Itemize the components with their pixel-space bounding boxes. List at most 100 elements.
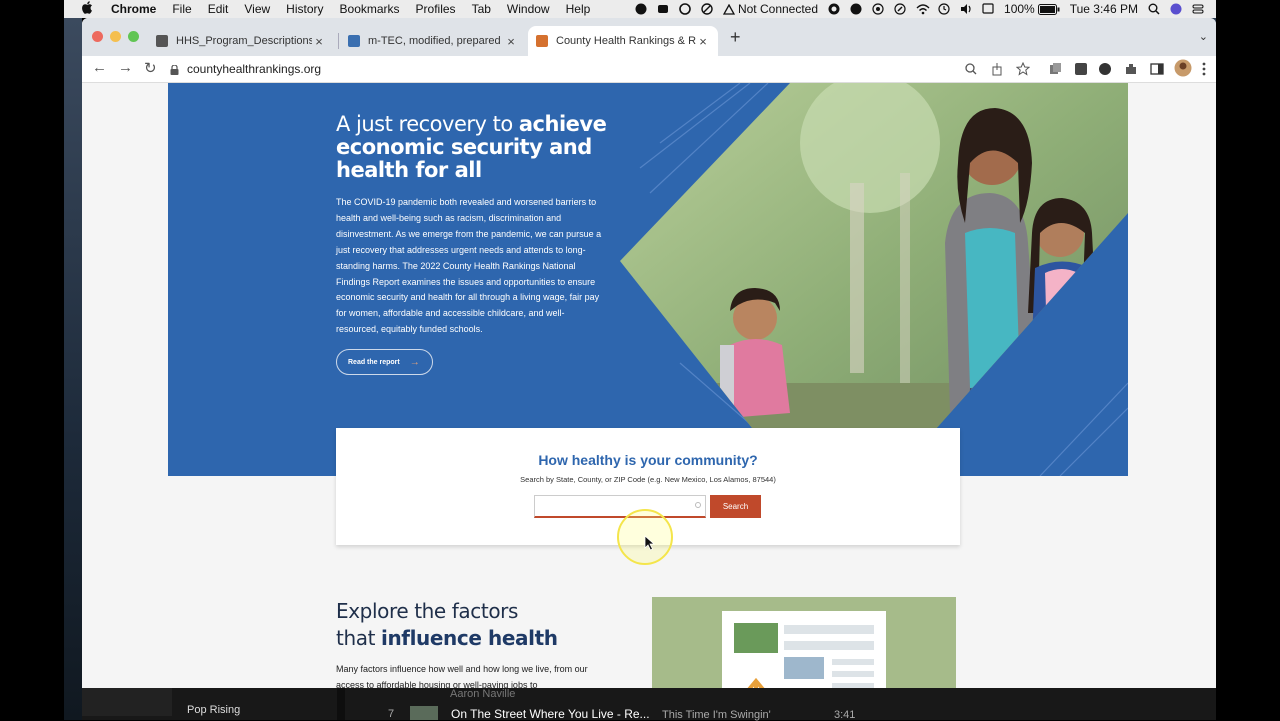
airdrop-icon[interactable] xyxy=(872,3,884,15)
menu-bar: Chrome File Edit View History Bookmarks … xyxy=(64,0,1216,18)
hero-photo-mother-daughters xyxy=(620,83,1128,476)
menu-view[interactable]: View xyxy=(236,2,278,16)
tab-hhs-program-descriptions[interactable]: HHS_Program_Descriptions.pd × xyxy=(148,26,334,56)
community-search-input[interactable] xyxy=(534,495,706,518)
explore-body-text: Many factors influence how well and how … xyxy=(336,664,588,688)
extension-box-icon[interactable] xyxy=(1074,62,1088,76)
menu-tab[interactable]: Tab xyxy=(464,2,499,16)
extension-copy-icon[interactable] xyxy=(1048,62,1062,76)
no-entry-icon[interactable] xyxy=(701,3,713,15)
menubar-clock[interactable]: Tue 3:46 PM xyxy=(1070,2,1138,16)
forward-button[interactable]: → xyxy=(118,59,133,76)
previous-track-artist: Aaron Naville xyxy=(450,688,516,700)
document-layout-icon xyxy=(734,623,874,688)
tab-title: HHS_Program_Descriptions.pd xyxy=(176,35,312,47)
camera-icon[interactable] xyxy=(657,3,669,15)
track-number: 7 xyxy=(388,708,395,720)
track-artwork xyxy=(410,706,438,720)
minimize-window-button[interactable] xyxy=(110,31,121,42)
menu-file[interactable]: File xyxy=(164,2,199,16)
zoom-window-button[interactable] xyxy=(128,31,139,42)
pdf-tab-icon xyxy=(156,35,168,47)
menu-bookmarks[interactable]: Bookmarks xyxy=(332,2,408,16)
explore-title-light: that xyxy=(336,626,381,650)
control-center-icon[interactable] xyxy=(1192,3,1204,15)
menu-app-name[interactable]: Chrome xyxy=(103,2,164,16)
battery-status[interactable]: 100% xyxy=(1004,2,1060,16)
desktop-right xyxy=(1216,18,1280,720)
page-viewport: A just recovery to achieve economic secu… xyxy=(82,83,1216,688)
network-status[interactable]: Not Connected xyxy=(722,2,818,16)
close-tab-icon[interactable]: × xyxy=(312,34,326,49)
music-app-sidebar-panel xyxy=(82,688,172,716)
compass-icon[interactable] xyxy=(894,3,906,15)
extensions-puzzle-icon[interactable] xyxy=(1124,62,1138,76)
track-title[interactable]: On The Street Where You Live - Re... xyxy=(451,707,650,721)
track-album[interactable]: This Time I'm Swingin' xyxy=(662,709,771,721)
side-panel-icon[interactable] xyxy=(1150,62,1164,76)
close-tab-icon[interactable]: × xyxy=(504,34,518,49)
time-machine-icon[interactable] xyxy=(938,3,950,15)
tab-county-health-rankings[interactable]: County Health Rankings & Roa × xyxy=(528,26,718,56)
desktop-wallpaper-left xyxy=(64,18,82,720)
chrome-menu-icon[interactable] xyxy=(1202,62,1216,76)
tab-title: m-TEC, modified, prepared ag xyxy=(368,35,504,47)
tab-title: County Health Rankings & Roa xyxy=(556,35,696,47)
search-button[interactable]: Search xyxy=(710,495,761,518)
warning-icon xyxy=(722,3,735,15)
menu-help[interactable]: Help xyxy=(558,2,599,16)
doc-tab-icon xyxy=(348,35,360,47)
browser-window: HHS_Program_Descriptions.pd × m-TEC, mod… xyxy=(82,18,1216,688)
address-bar[interactable]: countyhealthrankings.org xyxy=(170,58,930,80)
status-app-icon[interactable] xyxy=(635,3,647,15)
hero-body-text: The COVID-19 pandemic both revealed and … xyxy=(336,197,602,335)
playlist-item[interactable]: Pop Rising xyxy=(187,704,240,716)
explore-section-title: Explore the factors that influence healt… xyxy=(336,598,558,652)
menu-history[interactable]: History xyxy=(278,2,331,16)
chr-tab-icon xyxy=(536,35,548,47)
music-app-strip: Pop Rising Aaron Naville 7 On The Street… xyxy=(82,688,1216,721)
close-tab-icon[interactable]: × xyxy=(696,34,710,49)
vpn-icon[interactable] xyxy=(828,3,840,15)
new-tab-button[interactable]: + xyxy=(730,27,741,48)
illustration-document xyxy=(722,611,886,688)
close-window-button[interactable] xyxy=(92,31,103,42)
explore-illustration xyxy=(652,597,956,688)
url-text: countyhealthrankings.org xyxy=(187,62,322,76)
read-report-button[interactable]: Read the report → xyxy=(336,349,433,375)
music-divider xyxy=(337,688,345,720)
wifi-icon[interactable] xyxy=(916,3,930,15)
creative-cloud-icon[interactable] xyxy=(679,3,691,15)
reload-button[interactable]: ↻ xyxy=(144,59,157,77)
status-area: Not Connected 100% Tue 3:46 PM xyxy=(635,2,1216,16)
explore-title-bold: influence health xyxy=(380,626,558,650)
menu-edit[interactable]: Edit xyxy=(200,2,237,16)
share-icon[interactable] xyxy=(990,62,1004,76)
siri-icon[interactable] xyxy=(1170,3,1182,15)
apple-menu-icon[interactable] xyxy=(64,1,103,17)
menu-window[interactable]: Window xyxy=(499,2,558,16)
back-button[interactable]: ← xyxy=(92,59,107,76)
tab-strip: HHS_Program_Descriptions.pd × m-TEC, mod… xyxy=(82,18,1216,56)
hero-title: A just recovery to achieve economic secu… xyxy=(336,113,616,182)
profile-avatar[interactable] xyxy=(1174,59,1192,77)
menu-profiles[interactable]: Profiles xyxy=(408,2,464,16)
bookmark-star-icon[interactable] xyxy=(1015,61,1031,76)
track-duration: 3:41 xyxy=(834,709,856,721)
read-report-label: Read the report xyxy=(348,358,400,366)
zoom-icon[interactable] xyxy=(964,62,978,76)
hero-title-light: A just recovery to xyxy=(336,112,519,136)
display-icon[interactable] xyxy=(982,3,994,15)
explore-title-line-2: that influence health xyxy=(336,625,558,652)
browser-toolbar: ← → ↻ countyhealthrankings.org xyxy=(82,56,1216,83)
desktop-left xyxy=(0,0,64,720)
volume-icon[interactable] xyxy=(960,3,972,15)
tab-m-tec[interactable]: m-TEC, modified, prepared ag × xyxy=(340,26,526,56)
spotlight-search-icon[interactable] xyxy=(1148,3,1160,15)
explore-title-line-1: Explore the factors xyxy=(336,599,518,623)
bluetooth-settings-icon[interactable] xyxy=(850,3,862,15)
search-loading-icon xyxy=(695,502,701,508)
tab-search-chevron-icon[interactable]: ⌄ xyxy=(1199,30,1208,43)
extension-circle-icon[interactable] xyxy=(1098,62,1112,76)
mouse-pointer-icon xyxy=(644,535,656,551)
